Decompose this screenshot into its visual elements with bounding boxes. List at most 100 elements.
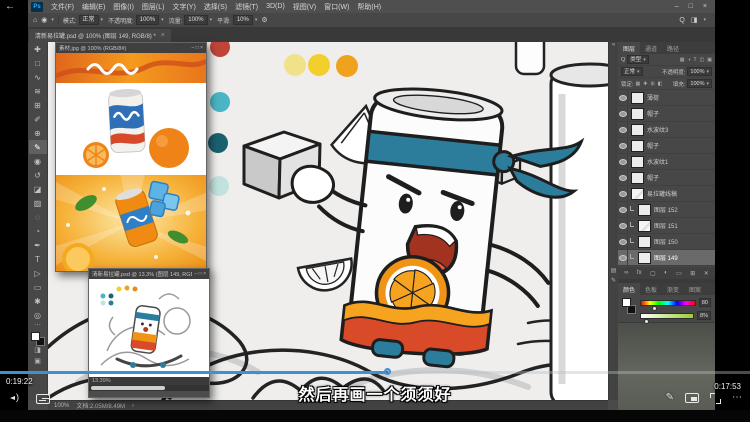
- field-value[interactable]: 10%: [233, 15, 253, 25]
- tool-button[interactable]: ✐: [29, 112, 47, 126]
- foreground-color-swatch[interactable]: [622, 298, 631, 307]
- layer-row[interactable]: 帽子: [618, 170, 715, 186]
- tool-button[interactable]: T: [29, 252, 47, 266]
- field-value[interactable]: 100%: [184, 15, 207, 25]
- menu-item[interactable]: 图像(I): [109, 2, 138, 12]
- field-value[interactable]: 100%: [136, 15, 159, 25]
- filter-icon[interactable]: ◑: [687, 57, 690, 63]
- tool-button[interactable]: ↺: [29, 168, 47, 182]
- layers-footer-icon[interactable]: ✕: [704, 270, 709, 277]
- layer-row[interactable]: 图层 150: [618, 234, 715, 250]
- layers-footer-icon[interactable]: ▭: [676, 270, 682, 277]
- panel-tab[interactable]: 路径: [662, 42, 684, 54]
- lock-icon[interactable]: ◧: [658, 81, 663, 87]
- visibility-eye-icon[interactable]: [618, 186, 628, 202]
- tool-button[interactable]: ◪: [29, 182, 47, 196]
- panel-tab[interactable]: 通道: [640, 42, 662, 54]
- panel-tab[interactable]: 渐变: [662, 283, 684, 295]
- hue-slider-handle[interactable]: [652, 306, 657, 311]
- visibility-eye-icon[interactable]: [618, 202, 628, 218]
- dock-panel-icon[interactable]: «: [612, 42, 615, 52]
- tool-button[interactable]: ◌: [29, 210, 47, 224]
- tool-button[interactable]: ▭: [29, 280, 47, 294]
- blend-mode-select[interactable]: 正常 ▾: [621, 67, 643, 76]
- visibility-eye-icon[interactable]: [618, 218, 628, 234]
- hue-slider[interactable]: [640, 300, 696, 306]
- menu-item[interactable]: 图层(L): [138, 2, 169, 12]
- playhead-handle[interactable]: [384, 368, 391, 375]
- layer-thumbnail[interactable]: [638, 220, 651, 232]
- dock-panel-icon[interactable]: ▤: [611, 267, 617, 277]
- tool-button[interactable]: ◉: [29, 154, 47, 168]
- layer-thumbnail[interactable]: [631, 172, 644, 184]
- window-titlebar[interactable]: 素材.jpg @ 100% (RGB/8#) – □ ×: [56, 43, 206, 53]
- layer-row[interactable]: 帽子: [618, 106, 715, 122]
- tool-button[interactable]: ✚: [29, 42, 47, 56]
- dock-panel-icon[interactable]: ✎: [611, 277, 616, 287]
- layers-footer-icon[interactable]: ∞: [624, 270, 628, 276]
- more-tools-icon[interactable]: ⋯: [34, 322, 41, 330]
- quick-mask-icon[interactable]: ◨: [34, 346, 41, 357]
- menu-item[interactable]: 滤镜(T): [231, 2, 262, 12]
- menu-item[interactable]: 帮助(H): [353, 2, 385, 12]
- workspace-switcher-icon[interactable]: ◨: [691, 16, 698, 24]
- reference-image-window[interactable]: 素材.jpg @ 100% (RGB/8#) – □ ×: [55, 42, 207, 272]
- layers-footer-icon[interactable]: ◐: [664, 270, 668, 276]
- document-tab[interactable]: 清新易拉罐.psd @ 100% (图层 149, RGB/8) * ×: [29, 29, 171, 42]
- video-progress-bar[interactable]: [0, 371, 750, 374]
- gear-icon[interactable]: ⚙: [261, 16, 267, 24]
- layer-row[interactable]: 薄荷: [618, 90, 715, 106]
- layer-row[interactable]: 易拉罐线稿: [618, 186, 715, 202]
- brush-preset-icon[interactable]: ◉: [41, 16, 47, 24]
- visibility-eye-icon[interactable]: [618, 170, 628, 186]
- menu-item[interactable]: 选择(S): [200, 2, 231, 12]
- lock-icon[interactable]: ✚: [643, 81, 647, 87]
- filter-icon[interactable]: T: [693, 57, 696, 63]
- layer-thumbnail[interactable]: [631, 108, 644, 120]
- layer-thumbnail[interactable]: [638, 204, 651, 216]
- filter-icon[interactable]: ◫: [700, 57, 705, 63]
- tool-button[interactable]: ◔: [29, 224, 47, 238]
- menu-item[interactable]: 窗口(W): [320, 2, 353, 12]
- search-icon[interactable]: Q: [679, 17, 684, 24]
- layer-row[interactable]: 水波纹1: [618, 154, 715, 170]
- home-icon[interactable]: ⌂: [33, 17, 37, 24]
- maximize-button[interactable]: □: [689, 3, 693, 10]
- visibility-eye-icon[interactable]: [618, 90, 628, 106]
- window-controls[interactable]: – □ ×: [192, 45, 204, 51]
- chevron-down-icon[interactable]: ▾: [255, 17, 258, 23]
- lock-icon[interactable]: ▦: [636, 81, 641, 87]
- color-panel-swatches[interactable]: [622, 298, 636, 314]
- close-button[interactable]: ×: [703, 3, 707, 10]
- minimize-button[interactable]: –: [675, 3, 679, 10]
- options-field[interactable]: 流量: 100% ▾: [169, 15, 213, 25]
- preview-document-window[interactable]: 清新易拉罐.psd @ 13.3% (图层 149, RGB/8) – □ ×: [88, 268, 210, 398]
- chevron-down-icon[interactable]: ▾: [101, 17, 104, 23]
- opacity-field[interactable]: 100% ▾: [687, 67, 712, 76]
- panel-tab[interactable]: 图层: [618, 42, 640, 54]
- saturation-slider[interactable]: [640, 313, 694, 319]
- fill-field[interactable]: 100% ▾: [687, 79, 712, 88]
- tool-button[interactable]: ✱: [29, 294, 47, 308]
- layer-row[interactable]: 水波纹3: [618, 122, 715, 138]
- visibility-eye-icon[interactable]: [618, 122, 628, 138]
- menu-item[interactable]: 3D(D): [262, 3, 289, 10]
- layer-thumbnail[interactable]: [631, 92, 644, 104]
- search-icon[interactable]: Q: [621, 57, 625, 63]
- layer-thumbnail[interactable]: [631, 156, 644, 168]
- field-value[interactable]: 正常: [79, 15, 99, 25]
- hue-value[interactable]: 80: [699, 298, 711, 307]
- chevron-down-icon[interactable]: ▾: [161, 17, 164, 23]
- color-swatches[interactable]: [31, 332, 45, 346]
- layer-thumbnail[interactable]: [638, 252, 651, 264]
- layer-row[interactable]: 图层 149: [618, 250, 715, 266]
- tool-button[interactable]: □: [29, 56, 47, 70]
- layer-thumbnail[interactable]: [631, 140, 644, 152]
- panel-tab[interactable]: 色板: [640, 283, 662, 295]
- layer-thumbnail[interactable]: [631, 188, 644, 200]
- visibility-eye-icon[interactable]: [618, 234, 628, 250]
- layers-footer-icon[interactable]: ▢: [650, 270, 656, 277]
- layers-footer-icon[interactable]: ⊞: [690, 270, 695, 277]
- tool-button[interactable]: ✎: [29, 140, 47, 154]
- menu-item[interactable]: 视图(V): [289, 2, 320, 12]
